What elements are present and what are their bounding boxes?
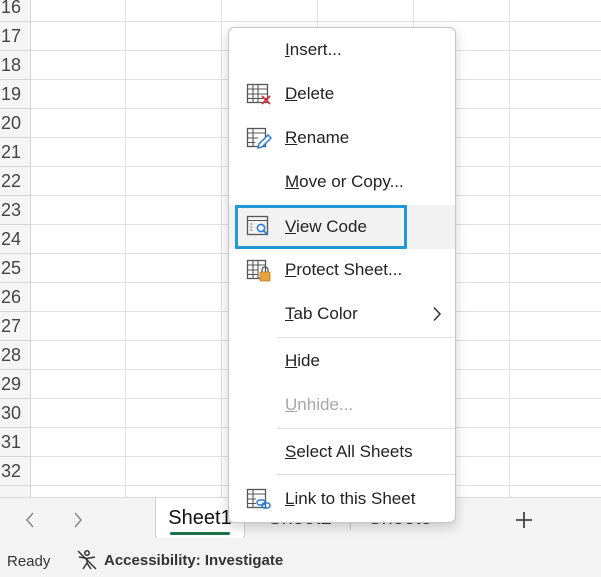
row-header-18[interactable]: 18 (0, 51, 30, 80)
tab-label: Sheet1 (168, 506, 232, 529)
menu-separator (277, 428, 455, 429)
accessibility-label: Accessibility: Investigate (104, 551, 284, 569)
row-header-27[interactable]: 27 (0, 312, 30, 341)
label-rest: ename (297, 128, 350, 147)
access-key: H (285, 351, 298, 370)
menu-item-label: Link to this Sheet (285, 489, 415, 509)
status-ready: Ready (7, 553, 51, 570)
row-header-25[interactable]: 25 (0, 254, 30, 283)
label-rest: ink to this Sheet (294, 489, 416, 508)
label-rest: ove or Copy... (299, 172, 404, 191)
delete-sheet-icon (246, 83, 271, 105)
menu-item-insert[interactable]: Insert... (229, 30, 455, 70)
row-header-28[interactable]: 28 (0, 341, 30, 370)
access-key: R (285, 128, 298, 147)
row-headers: 16 17 18 19 20 21 22 23 24 25 26 27 28 2… (0, 0, 31, 497)
row-header-23[interactable]: 23 (0, 196, 30, 225)
menu-item-hide[interactable]: Hide (229, 341, 455, 381)
active-tab-indicator (170, 532, 230, 535)
menu-item-select-all-sheets[interactable]: Select All Sheets (229, 432, 455, 472)
menu-item-protect-sheet[interactable]: Protect Sheet... (229, 250, 455, 290)
gridline (31, 21, 601, 22)
access-key: U (285, 395, 298, 414)
gridline (509, 0, 510, 497)
add-sheet-button[interactable] (508, 504, 540, 536)
row-header-19[interactable]: 19 (0, 80, 30, 109)
gridline (125, 0, 126, 497)
menu-item-label: Unhide... (285, 395, 353, 415)
menu-item-label: Move or Copy... (285, 172, 404, 192)
status-bar: Ready Accessibility: Investigate (0, 545, 601, 577)
chevron-right-icon (433, 306, 442, 322)
menu-item-label: Hide (285, 351, 320, 371)
menu-item-move-or-copy[interactable]: Move or Copy... (229, 162, 455, 202)
label-rest: rotect Sheet... (296, 260, 403, 279)
plus-icon (516, 512, 532, 528)
label-rest: ide (297, 351, 320, 370)
label-rest: ab Color (293, 304, 358, 323)
menu-item-tab-color[interactable]: Tab Color (229, 294, 455, 334)
row-header-22[interactable]: 22 (0, 167, 30, 196)
menu-item-label: Select All Sheets (285, 442, 413, 462)
focus-highlight-box (235, 205, 407, 249)
menu-item-rename[interactable]: Rename (229, 118, 455, 158)
menu-separator (277, 474, 455, 475)
menu-item-label: Rename (285, 128, 349, 148)
accessibility-icon (77, 550, 97, 570)
rename-sheet-icon (246, 127, 272, 150)
menu-item-link-to-this-sheet[interactable]: Link to this Sheet (229, 479, 455, 519)
scroll-tabs-right-button[interactable] (65, 507, 91, 533)
link-sheet-icon (246, 488, 271, 509)
accessibility-status-button[interactable]: Accessibility: Investigate (76, 549, 283, 571)
row-header-30[interactable]: 30 (0, 399, 30, 428)
row-header-31[interactable]: 31 (0, 428, 30, 457)
menu-item-label: Delete (285, 84, 334, 104)
row-header-32[interactable]: 32 (0, 457, 30, 486)
chevron-right-icon (74, 512, 83, 528)
menu-item-unhide: Unhide... (229, 385, 455, 425)
row-header-29[interactable]: 29 (0, 370, 30, 399)
row-header-21[interactable]: 21 (0, 138, 30, 167)
scroll-tabs-left-button[interactable] (17, 507, 43, 533)
row-header-20[interactable]: 20 (0, 109, 30, 138)
label-rest: nsert... (289, 40, 342, 59)
menu-item-label: Tab Color (285, 304, 358, 324)
menu-item-label: Insert... (285, 40, 342, 60)
menu-separator (277, 337, 455, 338)
label-rest: elete (297, 84, 335, 103)
sheet-tab-context-menu: Insert... Delete Rename Move or Copy... … (228, 27, 456, 523)
access-key: D (285, 84, 298, 103)
label-rest: elect All Sheets (296, 442, 413, 461)
row-header-24[interactable]: 24 (0, 225, 30, 254)
access-key: M (285, 172, 300, 191)
gridline (221, 0, 222, 497)
label-rest: nhide... (297, 395, 354, 414)
row-header-17[interactable]: 17 (0, 22, 30, 51)
protect-sheet-icon (246, 259, 271, 282)
access-key: T (285, 304, 294, 323)
row-header-26[interactable]: 26 (0, 283, 30, 312)
access-key: P (285, 260, 297, 279)
menu-item-label: Protect Sheet... (285, 260, 402, 280)
menu-item-delete[interactable]: Delete (229, 74, 455, 114)
row-header-16[interactable]: 16 (0, 0, 30, 22)
chevron-left-icon (25, 512, 34, 528)
access-key: S (285, 442, 297, 461)
